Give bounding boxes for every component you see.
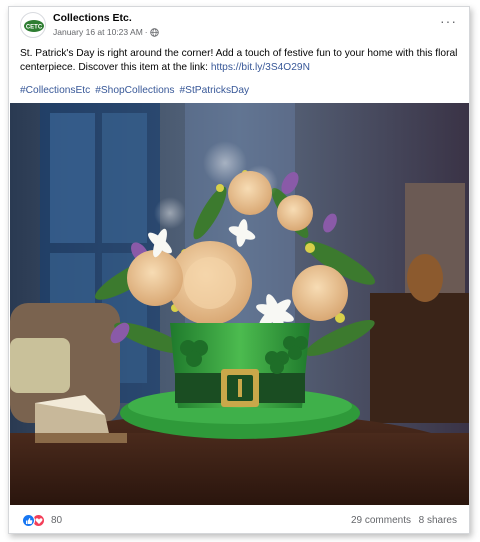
post-footer: 80 29 comments 8 shares — [9, 507, 469, 533]
post-photo[interactable] — [10, 103, 469, 505]
more-options-icon[interactable]: ··· — [440, 13, 457, 29]
post-link[interactable]: https://bit.ly/3S4O29N — [211, 62, 310, 73]
reaction-count[interactable]: 80 — [51, 515, 62, 526]
hashtags: #CollectionsEtc #ShopCollections #StPatr… — [20, 85, 249, 96]
page-name-link[interactable]: Collections Etc. — [53, 12, 132, 24]
hashtag-link[interactable]: #CollectionsEtc — [20, 85, 90, 96]
reaction-icons[interactable] — [22, 514, 45, 527]
globe-icon — [149, 27, 159, 37]
hashtag-link[interactable]: #StPatricksDay — [180, 85, 250, 96]
hashtag-link[interactable]: #ShopCollections — [95, 85, 174, 96]
post-timestamp[interactable]: January 16 at 10:23 AM — [53, 27, 143, 37]
post-header: CETC Collections Etc. January 16 at 10:2… — [9, 7, 469, 43]
comments-count-link[interactable]: 29 comments — [351, 515, 411, 526]
post-meta: January 16 at 10:23 AM · — [53, 27, 159, 37]
centerpiece-photo — [10, 103, 469, 505]
post-card: CETC Collections Etc. January 16 at 10:2… — [8, 6, 470, 534]
like-reaction-icon — [22, 514, 35, 527]
post-text: St. Patrick's Day is right around the co… — [20, 47, 460, 75]
meta-separator: · — [144, 27, 148, 37]
logo-text: CETC — [26, 25, 43, 31]
page-avatar[interactable]: CETC — [20, 12, 46, 38]
shares-count-link[interactable]: 8 shares — [419, 515, 457, 526]
